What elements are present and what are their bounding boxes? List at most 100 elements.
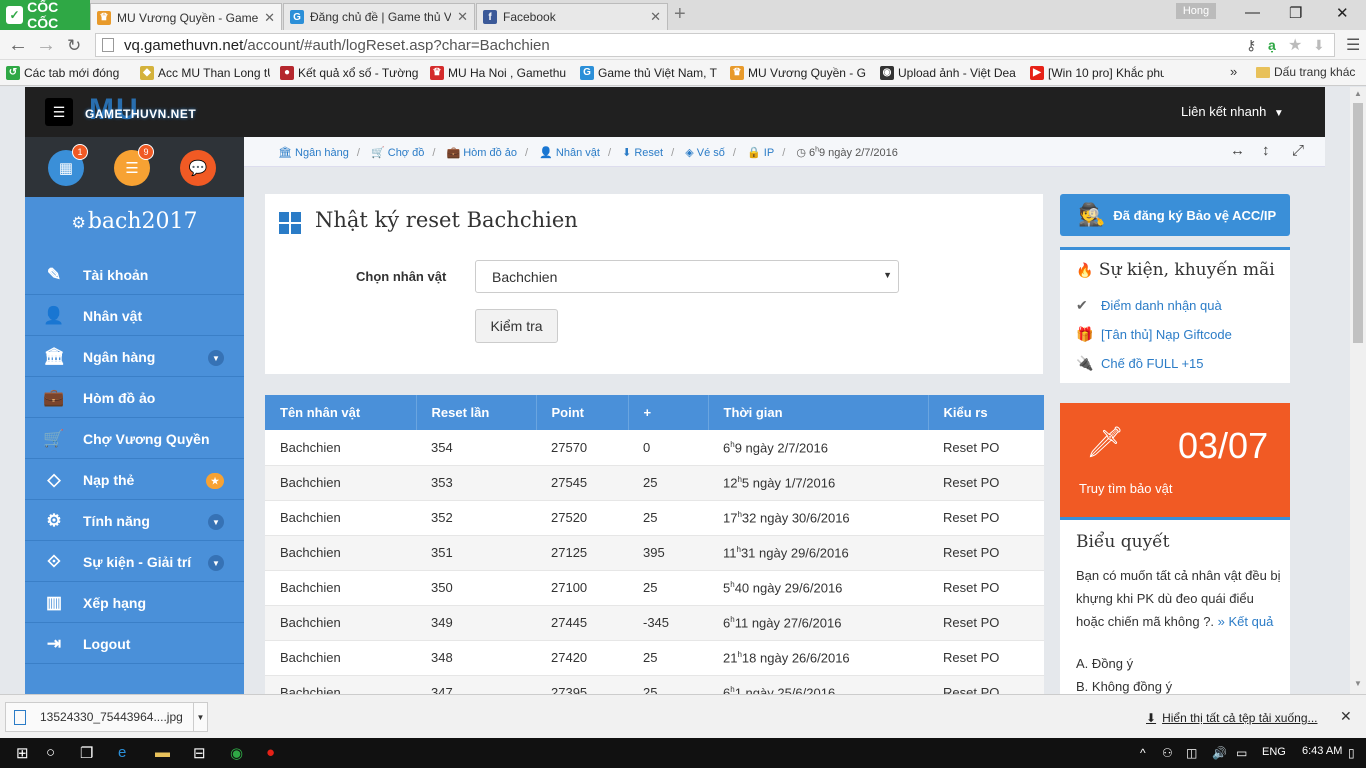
event-link-che-do[interactable]: 🔌 Chế đồ FULL +15 (1076, 355, 1204, 372)
poll-option-b[interactable]: B. Không đồng ý (1076, 679, 1172, 694)
character-select[interactable]: Bachchien ▼ (475, 260, 899, 293)
close-window-icon[interactable]: ✕ (1336, 4, 1349, 22)
scroll-down-icon[interactable]: ▼ (1354, 679, 1362, 688)
people-icon[interactable]: ⚇ (1162, 746, 1173, 760)
breadcrumb-reset[interactable]: ⬇ Reset (622, 147, 663, 159)
expand-horizontal-icon[interactable]: ↔ (1230, 142, 1245, 159)
task-view-icon[interactable]: ❐ (80, 744, 93, 762)
notification-icon[interactable]: ▯ (1348, 746, 1355, 760)
language-indicator[interactable]: ENG (1262, 746, 1286, 758)
close-download-bar-icon[interactable]: ✕ (1340, 708, 1352, 725)
bookmark-item[interactable]: ◉ Upload ảnh - Việt Dea (880, 65, 1020, 80)
breadcrumb-ip[interactable]: 🔒 IP (747, 147, 774, 159)
volume-icon[interactable]: 🔊 (1212, 746, 1227, 760)
sidebar-item-su-kien[interactable]: ⟐ Sự kiện - Giải trí ▼ (25, 542, 244, 582)
cell-point: 27445 (536, 605, 628, 641)
sidebar-item-tinh-nang[interactable]: ⚙ Tính năng ▼ (25, 501, 244, 541)
scrollbar-thumb[interactable] (1353, 103, 1363, 343)
quick-links-dropdown[interactable]: Liên kết nhanh ▼ (1181, 104, 1284, 119)
close-tab-icon[interactable]: ✕ (457, 9, 468, 25)
show-all-downloads-link[interactable]: ⬇ Hiển thị tất cả tệp tải xuống... (1146, 711, 1318, 725)
cell-time: 11h31 ngày 29/6/2016 (708, 535, 928, 571)
poll-result-link[interactable]: » Kết quả (1218, 614, 1274, 629)
menu-icon[interactable]: ☰ (1346, 35, 1360, 55)
treasure-label: Truy tìm bảo vật (1079, 481, 1173, 496)
chevron-down-icon[interactable]: ▼ (193, 703, 207, 731)
tab-facebook[interactable]: f Facebook ✕ (476, 3, 668, 30)
scroll-up-icon[interactable]: ▲ (1354, 89, 1362, 98)
coccoc-menu-button[interactable]: ✓ CỐC CỐC (0, 0, 90, 31)
breadcrumb-cho-do[interactable]: 🛒 Chợ đồ (371, 147, 424, 159)
minimize-icon[interactable]: — (1245, 4, 1260, 21)
forward-icon[interactable]: → (36, 34, 56, 57)
sidebar-item-xep-hang[interactable]: ▥ Xếp hạng (25, 583, 244, 623)
cell-time: 5h40 ngày 29/6/2016 (708, 570, 928, 606)
site-logo[interactable]: MU GAMETHUVN.NET (83, 93, 207, 129)
bookmark-item[interactable]: ▶ [Win 10 pro] Khắc phu (1030, 65, 1164, 80)
bookmark-item[interactable]: ♛ MU Ha Noi , Gamethu (430, 65, 570, 80)
edge-icon[interactable]: e (118, 744, 126, 761)
fullscreen-icon[interactable]: ⤢ (1292, 142, 1304, 159)
back-icon[interactable]: ← (8, 34, 28, 57)
bookmarks-more-icon[interactable]: » (1230, 64, 1237, 79)
windows-start-icon[interactable]: ⊞ (16, 744, 29, 762)
sidebar-item-nhan-vat[interactable]: 👤 Nhân vật (25, 296, 244, 336)
sidebar-item-cho-vuong-quyen[interactable]: 🛒 Chợ Vương Quyền (25, 419, 244, 459)
download-item[interactable]: 13524330_75443964....jpg ▼ (5, 702, 208, 732)
tab-dang-chu-de[interactable]: G Đăng chủ đề | Game thủ V ✕ (283, 3, 475, 30)
calendar-button[interactable]: ▦ 1 (48, 144, 88, 186)
poll-option-a[interactable]: A. Đồng ý (1076, 656, 1133, 671)
event-link-diem-danh[interactable]: ✔ Điểm danh nhận quà (1076, 297, 1222, 314)
close-tab-icon[interactable]: ✕ (264, 10, 275, 26)
file-explorer-icon[interactable]: ▬ (155, 744, 170, 761)
new-tab-button[interactable]: + (674, 3, 686, 26)
sidebar-item-hom-do-ao[interactable]: 💼 Hòm đồ ảo (25, 378, 244, 418)
coccoc-taskbar-icon[interactable]: ◉ (230, 744, 243, 762)
list-button[interactable]: ☰ 9 (114, 144, 154, 186)
store-icon[interactable]: ⊟ (193, 744, 206, 762)
breadcrumb-nhan-vat[interactable]: 👤 Nhân vật (539, 147, 600, 159)
bookmark-item[interactable]: ↺ Các tab mới đóng (6, 65, 130, 80)
check-button[interactable]: Kiểm tra (475, 309, 558, 343)
clock[interactable]: 6:43 AM (1302, 745, 1342, 757)
hamburger-menu-button[interactable]: ☰ (45, 98, 73, 126)
page-scrollbar[interactable]: ▲ ▼ (1350, 87, 1366, 694)
coccoc-extension-icon[interactable]: ạ (1268, 37, 1276, 53)
tab-mu-vuong-quyen[interactable]: ♛ MU Vương Quyền - Game ✕ (90, 3, 282, 31)
bookmark-item[interactable]: G Game thủ Việt Nam, T (580, 65, 720, 80)
cell-point: 27545 (536, 465, 628, 501)
message-icon[interactable]: ▭ (1236, 746, 1247, 760)
profile-button[interactable]: Hong (1176, 3, 1216, 19)
breadcrumb-ve-so[interactable]: ◈ Vé số (685, 147, 725, 159)
expand-vertical-icon[interactable]: ↕ (1262, 142, 1270, 159)
breadcrumb-hom-do-ao[interactable]: 💼 Hòm đồ ảo (446, 147, 517, 159)
breadcrumb-ngan-hang[interactable]: 🏛 Ngân hàng (278, 147, 349, 159)
chat-button[interactable]: 💬 (180, 150, 216, 186)
address-bar[interactable]: vq.gamethuvn.net /account/#auth/logReset… (95, 33, 1335, 57)
tray-chevron-icon[interactable]: ^ (1140, 746, 1146, 760)
other-bookmarks-folder[interactable]: Dấu trang khác (1256, 65, 1355, 79)
network-icon[interactable]: ◫ (1186, 746, 1197, 760)
sidebar-item-nap-the[interactable]: ◇ Nạp thẻ ★ (25, 460, 244, 500)
close-tab-icon[interactable]: ✕ (650, 9, 661, 25)
cell-point: 27520 (536, 500, 628, 536)
reload-icon[interactable]: ↻ (67, 36, 81, 56)
bookmark-item[interactable]: ♛ MU Vương Quyền - G (730, 65, 870, 80)
bookmark-item[interactable]: ● Kết quả xổ số - Tường (280, 65, 420, 80)
sidebar-item-ngan-hang[interactable]: 🏛 Ngân hàng ▼ (25, 337, 244, 377)
fire-icon: 🔥 (1076, 263, 1094, 279)
protect-acc-ip-button[interactable]: 🕵 Đã đăng ký Bảo vệ ACC/IP (1060, 194, 1290, 236)
game-taskbar-icon[interactable]: ● (266, 744, 275, 761)
sidebar-item-tai-khoan[interactable]: ✎ Tài khoản (25, 255, 244, 295)
col-name: Tên nhân vật (265, 395, 417, 430)
search-icon[interactable]: ○ (46, 744, 55, 761)
download-icon[interactable]: ⬇ (1313, 37, 1325, 54)
maximize-icon[interactable]: ❐ (1289, 4, 1302, 22)
bookmark-item[interactable]: ◆ Acc MU Than Long tU (140, 65, 270, 80)
bookmark-star-icon[interactable]: ★ (1288, 35, 1302, 55)
bookmarks-bar: ↺ Các tab mới đóng ◆ Acc MU Than Long tU ●… (0, 60, 1366, 86)
event-link-giftcode[interactable]: 🎁 [Tân thủ] Nạp Giftcode (1076, 326, 1232, 343)
treasure-hunt-banner[interactable]: 🗡 03/07 Truy tìm bảo vật (1060, 403, 1290, 519)
sidebar-item-logout[interactable]: ⇥ Logout (25, 624, 244, 664)
key-icon[interactable]: ⚷ (1246, 37, 1256, 54)
